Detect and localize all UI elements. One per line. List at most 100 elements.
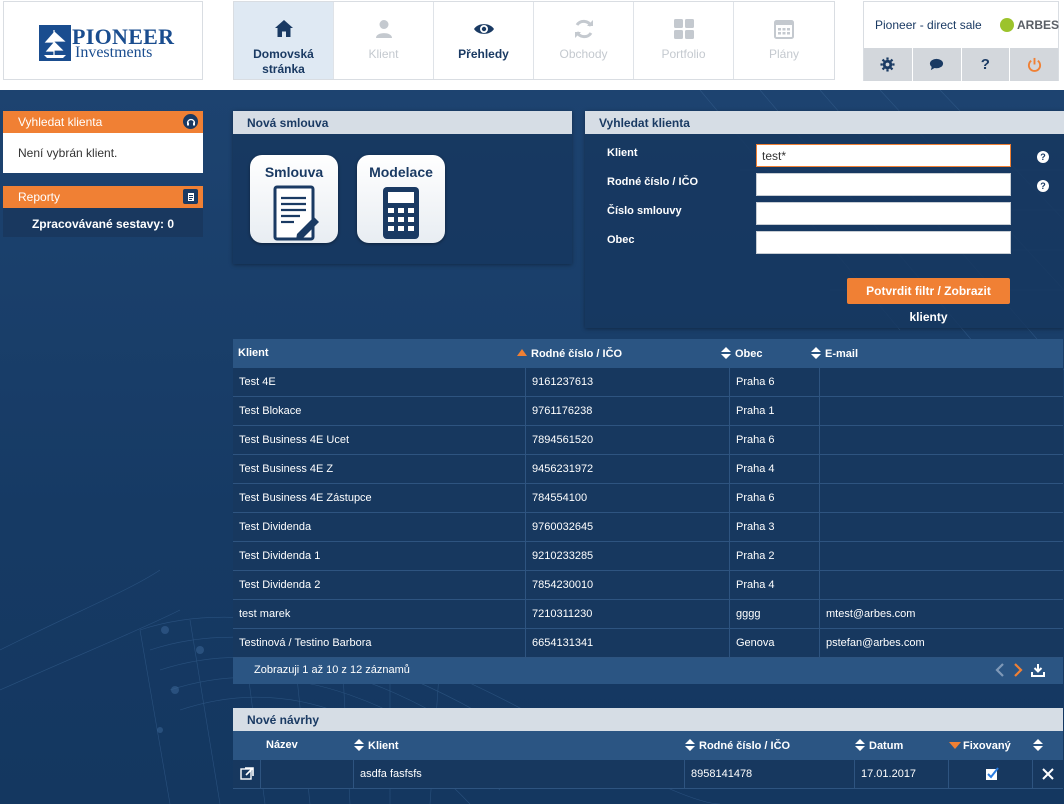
col-proposal-id[interactable]: Rodné číslo / IČO	[685, 731, 855, 760]
cell-client: Test Dividenda 1	[233, 542, 526, 570]
nav-client[interactable]: Klient	[334, 2, 434, 79]
new-contract-title: Nová smlouva	[233, 111, 572, 134]
col-email[interactable]: E-mail	[806, 339, 1063, 368]
settings-button[interactable]	[864, 48, 913, 81]
next-page-icon[interactable]	[1013, 662, 1023, 678]
col-proposal-client[interactable]: Klient	[354, 731, 685, 760]
refresh-icon	[572, 17, 596, 41]
nav-home[interactable]: Domovská stránka	[234, 2, 334, 79]
cell-client: Test Business 4E Zástupce	[233, 484, 526, 512]
sidebar-reports-header[interactable]: Reporty	[3, 186, 203, 208]
col-id[interactable]: Rodné číslo / IČO	[512, 339, 730, 368]
proposal-client: asdfa fasfsfs	[354, 760, 685, 788]
logout-button[interactable]	[1010, 48, 1058, 81]
arbes-logo: ARBES	[1000, 18, 1059, 32]
cell-email	[820, 455, 1063, 483]
search-client-panel: Vyhledat klienta Klient ? Rodné číslo / …	[585, 111, 1064, 328]
col-city[interactable]: Obec	[716, 339, 820, 368]
cell-id: 9761176238	[526, 397, 730, 425]
arbes-logo-icon	[1000, 18, 1014, 32]
id-number-input[interactable]	[756, 173, 1011, 196]
cell-city: Praha 4	[730, 571, 820, 599]
modeling-tile[interactable]: Modelace	[357, 155, 445, 243]
proposal-fixed-checkbox[interactable]	[949, 760, 1033, 788]
proposal-row[interactable]: asdfa fasfsfs 8958141478 17.01.2017	[233, 760, 1063, 789]
table-row[interactable]: Testinová / Testino Barbora 6654131341 Gen…	[233, 629, 1063, 658]
table-row[interactable]: Test Dividenda 1 9210233285 Praha 2	[233, 542, 1063, 571]
cell-city: Praha 6	[730, 426, 820, 454]
cell-id: 9760032645	[526, 513, 730, 541]
pagination-info: Zobrazuji 1 až 10 z 12 záznamů	[254, 664, 410, 676]
prev-page-icon[interactable]	[995, 662, 1005, 678]
nav-trades-label: Obchody	[559, 47, 608, 61]
table-row[interactable]: test marek 7210311230 gggg mtest@arbes.com	[233, 600, 1063, 629]
table-row[interactable]: Test Business 4E Zástupce 784554100 Praha …	[233, 484, 1063, 513]
nav-portfolio[interactable]: Portfolio	[634, 2, 734, 79]
logo[interactable]: PIONEER Investments	[3, 1, 203, 80]
calculator-icon	[383, 187, 419, 239]
power-icon	[1027, 57, 1041, 72]
calendar-icon	[772, 17, 796, 41]
sidebar-client-header[interactable]: Vyhledat klienta	[3, 111, 203, 133]
table-row[interactable]: Test Dividenda 2 7854230010 Praha 4	[233, 571, 1063, 600]
clients-table-body: Test 4E 9161237613 Praha 6 Test Blokace 9761…	[233, 368, 1063, 658]
cell-email	[820, 542, 1063, 570]
user-actions: ?	[864, 48, 1058, 81]
col-name[interactable]: Název	[261, 731, 354, 760]
cell-client: Testinová / Testino Barbora	[233, 629, 526, 657]
report-icon[interactable]	[183, 189, 198, 204]
cell-id: 9210233285	[526, 542, 730, 570]
delete-proposal-icon[interactable]	[1033, 760, 1063, 788]
sidebar-reports-body: Zpracovávané sestavy: 0	[3, 208, 203, 237]
table-row[interactable]: Test Blokace 9761176238 Praha 1	[233, 397, 1063, 426]
help-id-icon[interactable]: ?	[1037, 180, 1049, 192]
cell-client: Test Business 4E Z	[233, 455, 526, 483]
table-row[interactable]: Test Business 4E Ucet 7894561520 Praha 6	[233, 426, 1063, 455]
nav-plans[interactable]: Plány	[734, 2, 834, 79]
sort-asc-icon	[517, 347, 527, 359]
cell-email: pstefan@arbes.com	[826, 637, 925, 649]
grid-icon	[672, 17, 696, 41]
col-fixed[interactable]: Fixovaný	[949, 731, 1033, 760]
new-contract-tile[interactable]: Smlouva	[250, 155, 338, 243]
cell-email	[820, 571, 1063, 599]
col-action	[233, 731, 261, 760]
headset-icon[interactable]	[183, 114, 198, 129]
col-date[interactable]: Datum	[855, 731, 949, 760]
table-row[interactable]: Test Business 4E Z 9456231972 Praha 4	[233, 455, 1063, 484]
cell-client: Test Dividenda 2	[233, 571, 526, 599]
arbes-logo-text: ARBES	[1017, 18, 1060, 32]
main-nav: Domovská stránka Klient Přehledy Obchody…	[233, 1, 835, 80]
search-client-title: Vyhledat klienta	[585, 111, 1064, 134]
cell-id: 784554100	[526, 484, 730, 512]
cell-city: Praha 6	[730, 368, 820, 396]
col-sort-extra[interactable]	[1033, 731, 1063, 760]
field-label-city: Obec	[607, 234, 635, 246]
city-input[interactable]	[756, 231, 1011, 254]
messages-button[interactable]	[912, 48, 962, 81]
help-client-icon[interactable]: ?	[1037, 151, 1049, 163]
cell-city: Genova	[730, 629, 820, 657]
nav-trades[interactable]: Obchody	[534, 2, 634, 79]
pager	[995, 662, 1045, 678]
table-row[interactable]: Test Dividenda 9760032645 Praha 3	[233, 513, 1063, 542]
client-input[interactable]	[756, 144, 1011, 167]
sort-icon	[721, 347, 731, 359]
table-row[interactable]: Test 4E 9161237613 Praha 6	[233, 368, 1063, 397]
nav-overviews[interactable]: Přehledy	[434, 2, 534, 79]
submit-filter-button[interactable]: Potvrdit filtr / Zobrazit klienty	[847, 278, 1010, 324]
logo-subtext: Investments	[75, 44, 153, 61]
download-icon[interactable]	[1031, 663, 1045, 677]
col-proposal-client-label: Klient	[368, 740, 399, 752]
user-name[interactable]: Pioneer - direct sale	[875, 18, 982, 32]
cell-id: 7894561520	[526, 426, 730, 454]
field-label-contract: Číslo smlouvy	[607, 205, 682, 217]
col-client[interactable]: Klient	[233, 339, 526, 368]
modeling-tile-label: Modelace	[369, 164, 433, 180]
col-city-label: Obec	[735, 348, 763, 360]
open-proposal-icon[interactable]	[233, 760, 261, 788]
new-contract-panel: Nová smlouva Smlouva Modelace	[233, 111, 572, 264]
proposals-panel: Nové návrhy Název Klient Rodné číslo / I…	[233, 708, 1063, 789]
help-button[interactable]: ?	[961, 48, 1011, 81]
contract-number-input[interactable]	[756, 202, 1011, 225]
